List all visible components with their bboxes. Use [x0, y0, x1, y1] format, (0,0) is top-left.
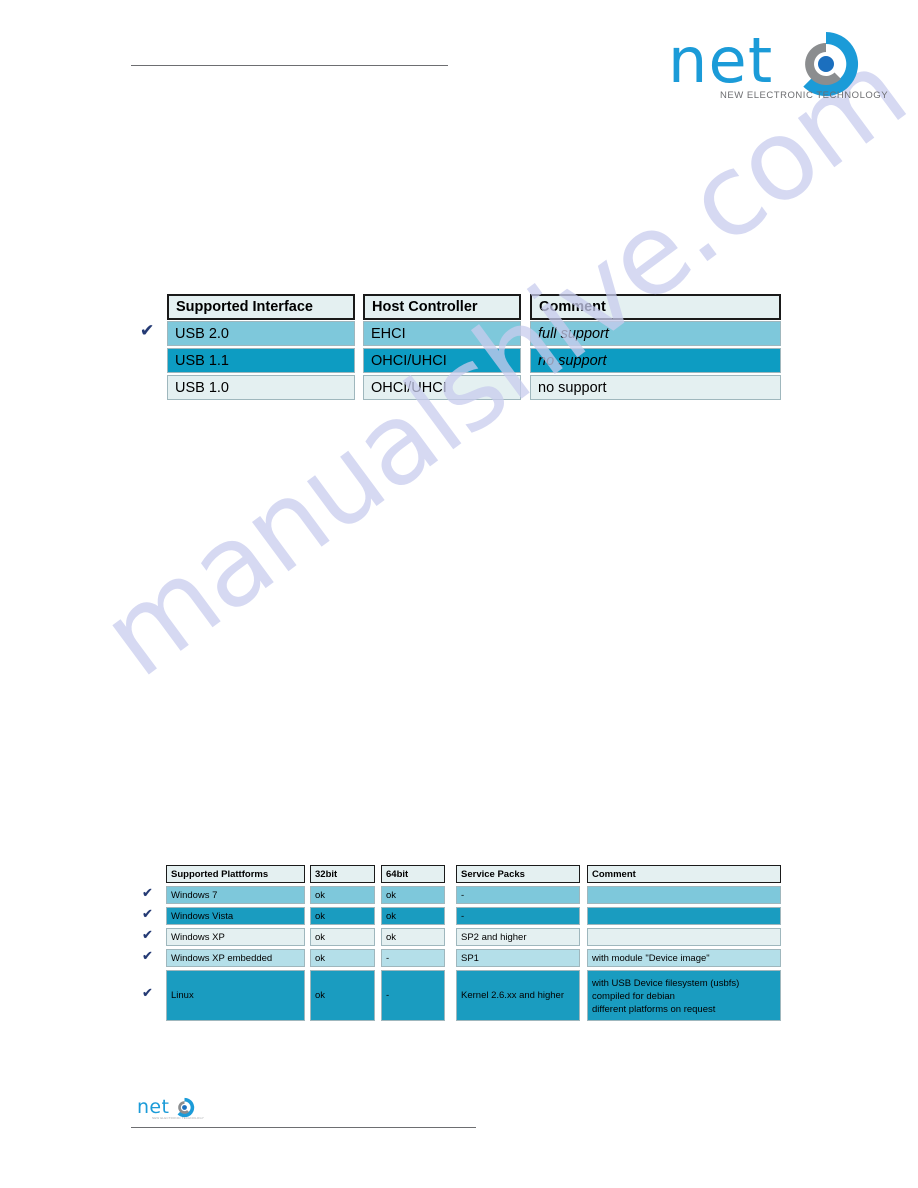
check-icon: ✔: [142, 928, 153, 943]
company-logo: net NEW ELECTRONIC TECHNOLOGY: [668, 24, 888, 102]
cell-32bit: ok: [310, 928, 375, 946]
cell-comment-lines: with USB Device filesystem (usbfs) compi…: [592, 975, 739, 1016]
watermark-text: manualshive.com: [79, 26, 918, 703]
cell-32bit: ok: [310, 886, 375, 904]
column-header-comment: Comment: [587, 865, 781, 883]
cell-host-controller: EHCI: [363, 321, 521, 346]
footer-logo-wordmark: net: [137, 1096, 170, 1118]
column-header-host-controller: Host Controller: [363, 294, 521, 320]
comment-line: compiled for debian: [592, 991, 675, 1002]
cell-comment: [587, 886, 781, 904]
cell-service-packs: -: [456, 886, 580, 904]
column-header-service-packs: Service Packs: [456, 865, 580, 883]
cell-comment: full support: [530, 321, 781, 346]
cell-platform: Linux: [166, 970, 305, 1021]
column-header-supported-interface: Supported Interface: [167, 294, 355, 320]
supported-platforms-table: Supported Plattforms 32bit 64bit Service…: [142, 865, 781, 1021]
cell-service-packs: SP2 and higher: [456, 928, 580, 946]
check-icon: ✔: [142, 907, 153, 922]
column-header-32bit: 32bit: [310, 865, 375, 883]
cell-platform: Windows XP: [166, 928, 305, 946]
column-header-comment: Comment: [530, 294, 781, 320]
cell-comment: [587, 907, 781, 925]
cell-interface: USB 1.1: [167, 348, 355, 373]
cell-64bit: -: [381, 970, 445, 1021]
cell-interface: USB 2.0: [167, 321, 355, 346]
cell-platform: Windows Vista: [166, 907, 305, 925]
header-divider: [131, 65, 448, 66]
logo-wordmark: net: [668, 24, 774, 97]
column-header-64bit: 64bit: [381, 865, 445, 883]
cell-service-packs: Kernel 2.6.xx and higher: [456, 970, 580, 1021]
check-icon: ✔: [142, 886, 153, 901]
cell-64bit: -: [381, 949, 445, 967]
comment-line: different platforms on request: [592, 1004, 716, 1015]
cell-32bit: ok: [310, 970, 375, 1021]
cell-interface: USB 1.0: [167, 375, 355, 400]
check-icon: ✔: [140, 321, 155, 341]
cell-platform: Windows 7: [166, 886, 305, 904]
cell-host-controller: OHCI/UHCI: [363, 375, 521, 400]
check-icon: ✔: [142, 986, 153, 1001]
comment-line: with USB Device filesystem (usbfs): [592, 978, 740, 989]
footer-logo-tagline: NEW ELECTRONIC TECHNOLOGY: [152, 1116, 204, 1120]
cell-platform: Windows XP embedded: [166, 949, 305, 967]
cell-service-packs: SP1: [456, 949, 580, 967]
cell-service-packs: -: [456, 907, 580, 925]
footer-divider: [131, 1127, 476, 1128]
cell-64bit: ok: [381, 928, 445, 946]
column-header-supported-platforms: Supported Plattforms: [166, 865, 305, 883]
document-page: manualshive.com net NEW ELECTRONIC TECHN…: [0, 0, 918, 1188]
cell-comment: no support: [530, 375, 781, 400]
logo-tagline: NEW ELECTRONIC TECHNOLOGY: [720, 90, 889, 101]
cell-64bit: ok: [381, 907, 445, 925]
cell-comment: [587, 928, 781, 946]
cell-comment: with USB Device filesystem (usbfs) compi…: [587, 970, 781, 1021]
cell-comment: no support: [530, 348, 781, 373]
footer-logo: net NEW ELECTRONIC TECHNOLOGY: [137, 1096, 204, 1122]
check-icon: ✔: [142, 949, 153, 964]
supported-interface-table: Supported Interface Host Controller Comm…: [140, 294, 781, 402]
cell-host-controller: OHCI/UHCI: [363, 348, 521, 373]
cell-32bit: ok: [310, 907, 375, 925]
cell-64bit: ok: [381, 886, 445, 904]
cell-comment: with module "Device image": [587, 949, 781, 967]
cell-32bit: ok: [310, 949, 375, 967]
